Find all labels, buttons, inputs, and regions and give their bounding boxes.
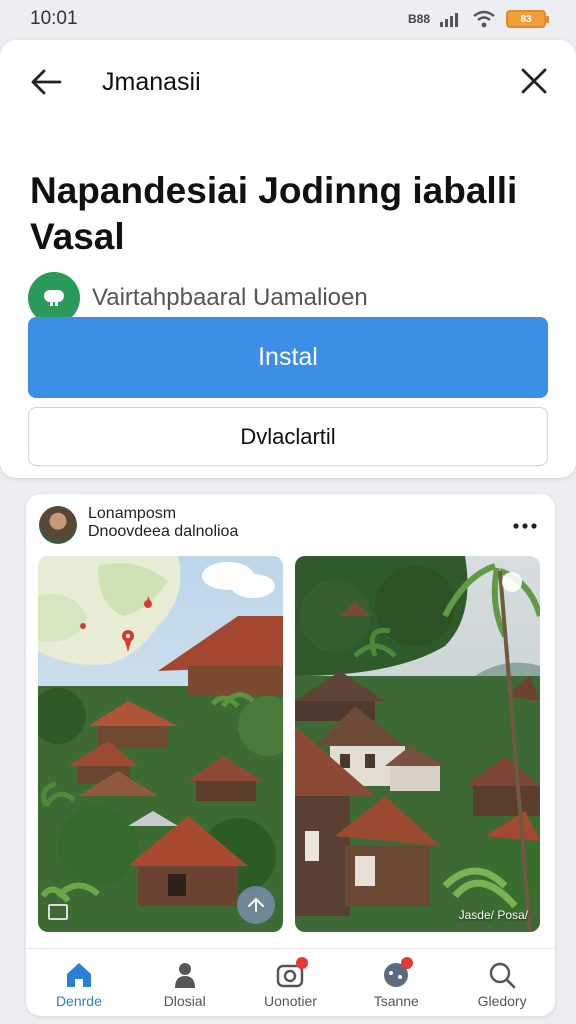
app-title: Napandesiai Jodinng iaballi Vasal bbox=[30, 170, 518, 257]
status-time: 10:01 bbox=[30, 8, 78, 29]
status-bar: 10:01 B88 83 bbox=[0, 0, 576, 38]
gallery-icon bbox=[48, 904, 68, 920]
post-author[interactable]: Lonamposm bbox=[88, 505, 176, 523]
network-label: B88 bbox=[407, 12, 430, 26]
nav-label-profile: Dlosial bbox=[163, 992, 206, 1009]
install-sheet: Jmanasii Napandesiai Jodinng iaballi Vas… bbox=[0, 40, 576, 478]
sheet-header: Jmanasii bbox=[0, 40, 576, 124]
post-card: Lonamposm Dnoovdeea dalnolioa Jasde/ Pos… bbox=[26, 494, 555, 1016]
status-icons: B88 83 bbox=[407, 10, 549, 28]
person-icon bbox=[174, 962, 195, 988]
more-dots-icon bbox=[513, 523, 537, 529]
close-icon bbox=[521, 68, 547, 94]
notification-badge bbox=[295, 957, 308, 969]
nav-item-search[interactable]: Gledory bbox=[449, 949, 555, 1016]
install-button[interactable]: Instal bbox=[28, 317, 548, 398]
search-icon bbox=[489, 962, 516, 988]
nav-label-camera: Uonotier bbox=[264, 992, 317, 1009]
wifi-icon bbox=[473, 10, 495, 28]
nav-item-camera[interactable]: Uonotier bbox=[238, 949, 344, 1016]
nav-item-games[interactable]: Tsanne bbox=[343, 949, 449, 1016]
signal-icon bbox=[440, 13, 458, 27]
nav-label-home: Denrde bbox=[55, 992, 102, 1009]
nav-label-search: Gledory bbox=[477, 992, 527, 1009]
developer-name: Vairtahpbaaral Uamalioen bbox=[92, 284, 368, 311]
pin-icon[interactable] bbox=[502, 572, 522, 592]
home-icon bbox=[66, 962, 91, 987]
post-subtitle: Dnoovdeea dalnolioa bbox=[88, 523, 239, 540]
battery-icon: 83 bbox=[506, 10, 549, 28]
secondary-button[interactable]: Dvlaclartil bbox=[28, 407, 548, 466]
share-button[interactable] bbox=[237, 886, 275, 924]
share-icon bbox=[248, 897, 264, 912]
nav-item-profile[interactable]: Dlosial bbox=[132, 949, 238, 1016]
battery-level: 83 bbox=[520, 13, 532, 25]
photo-caption: Jasde/ Posa/ bbox=[458, 908, 528, 922]
close-button[interactable] bbox=[514, 64, 554, 100]
header-title: Jmanasii bbox=[102, 68, 201, 96]
nav-label-games: Tsanne bbox=[373, 992, 419, 1009]
nav-item-home[interactable]: Denrde bbox=[26, 949, 132, 1016]
back-button[interactable] bbox=[26, 64, 66, 100]
more-options-button[interactable] bbox=[512, 514, 538, 538]
avatar[interactable] bbox=[39, 506, 77, 544]
notification-badge bbox=[401, 957, 414, 969]
arrow-left-icon bbox=[31, 69, 62, 95]
bottom-nav: Denrde Dlosial Uonotier Tsanne Gledory bbox=[26, 948, 555, 1016]
post-photo-village-map[interactable] bbox=[38, 556, 283, 932]
post-photo-village[interactable]: Jasde/ Posa/ bbox=[295, 556, 540, 932]
